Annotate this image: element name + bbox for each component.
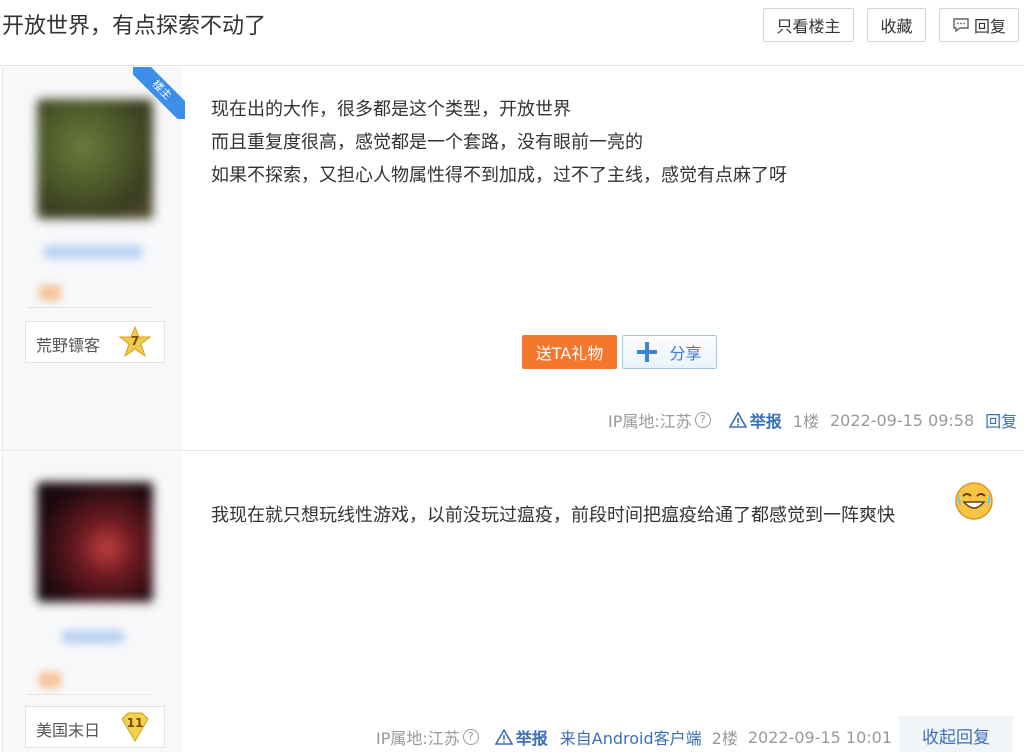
divider: [27, 694, 153, 695]
client-source: 来自Android客户端: [560, 725, 702, 749]
username-blurred[interactable]: [43, 245, 143, 259]
post-line: 而且重复度很高，感觉都是一个套路，没有眼前一亮的: [211, 132, 643, 153]
post-time: 2022-09-15 09:58: [829, 410, 975, 430]
send-gift-button[interactable]: 送TA礼物: [522, 335, 617, 369]
op-ribbon: 楼主: [133, 67, 185, 119]
ip-location: IP属地:江苏: [376, 729, 460, 748]
author-sidebar: 美国末日 11: [2, 452, 182, 752]
badge-blurred: [39, 672, 61, 688]
level-number: 7: [130, 334, 140, 348]
crying-laugh-emoji: [953, 480, 995, 522]
warning-icon: [494, 729, 513, 745]
warning-icon: [728, 412, 747, 428]
star-level-icon: 7: [118, 325, 152, 358]
plus-icon: [637, 342, 658, 362]
username-blurred[interactable]: [61, 630, 125, 644]
thread-title: 开放世界，有点探索不动了: [2, 14, 267, 39]
favorite-button[interactable]: 收藏: [867, 8, 926, 42]
post-meta: IP属地:江苏 ? 举报 来自Android客户端 2楼 2022-09-15 …: [376, 725, 892, 749]
ip-location: IP属地:江苏: [608, 412, 692, 431]
collapse-replies-button[interactable]: 收起回复: [899, 716, 1013, 752]
reply-button-label: 回复: [973, 17, 1006, 36]
post-line: 现在出的大作，很多都是这个类型，开放世界: [211, 99, 571, 120]
reply-link[interactable]: 回复: [985, 408, 1017, 432]
author-sidebar: 荒野镖客 7: [2, 67, 182, 450]
post-floor-2: 美国末日 11 我现在就只想玩线性游戏，以前没玩过瘟疫，前段时间把瘟疫给通了都感…: [0, 452, 1024, 752]
divider: [27, 307, 153, 308]
post-content: 现在出的大作，很多都是这个类型，开放世界 而且重复度很高，感觉都是一个套路，没有…: [211, 93, 787, 192]
badge-blurred: [39, 285, 61, 301]
share-button[interactable]: 分享: [622, 335, 717, 369]
share-label: 分享: [669, 344, 702, 363]
help-icon[interactable]: ?: [462, 729, 479, 745]
floor-number: 1楼: [792, 412, 819, 431]
level-badge[interactable]: 荒野镖客 7: [25, 321, 165, 363]
post-content: 我现在就只想玩线性游戏，以前没玩过瘟疫，前段时间把瘟疫给通了都感觉到一阵爽快: [211, 499, 895, 532]
op-ribbon-label: 楼主: [133, 67, 185, 119]
level-name: 荒野镖客: [36, 336, 101, 355]
comment-icon: [952, 17, 970, 33]
level-number: 11: [126, 716, 144, 730]
help-icon[interactable]: ?: [694, 412, 711, 428]
only-op-button[interactable]: 只看楼主: [763, 8, 854, 42]
reply-button[interactable]: 回复: [939, 8, 1019, 42]
floor-number: 2楼: [711, 729, 738, 748]
avatar[interactable]: [37, 482, 153, 602]
report-link[interactable]: 举报: [728, 408, 782, 432]
thread-header: 开放世界，有点探索不动了 只看楼主 收藏 回复: [0, 0, 1024, 66]
post-time: 2022-09-15 10:01: [747, 727, 893, 747]
report-link[interactable]: 举报: [494, 725, 548, 749]
report-label: 举报: [749, 412, 782, 431]
post-meta: IP属地:江苏 ? 举报 1楼 2022-09-15 09:58 回复: [608, 408, 1017, 432]
client-source-label[interactable]: 来自Android客户端: [560, 729, 702, 748]
diamond-level-icon: 11: [118, 711, 152, 743]
post-floor-1: 荒野镖客 7 楼主 现在出的大作，很多都是这个类型，开放世界 而且重复度很高，感…: [0, 67, 1024, 451]
report-label: 举报: [515, 729, 548, 748]
level-badge[interactable]: 美国末日 11: [25, 706, 165, 748]
post-line: 如果不探索，又担心人物属性得不到加成，过不了主线，感觉有点麻了呀: [211, 165, 787, 186]
level-name: 美国末日: [36, 721, 101, 740]
post-text: 我现在就只想玩线性游戏，以前没玩过瘟疫，前段时间把瘟疫给通了都感觉到一阵爽快: [211, 505, 895, 526]
